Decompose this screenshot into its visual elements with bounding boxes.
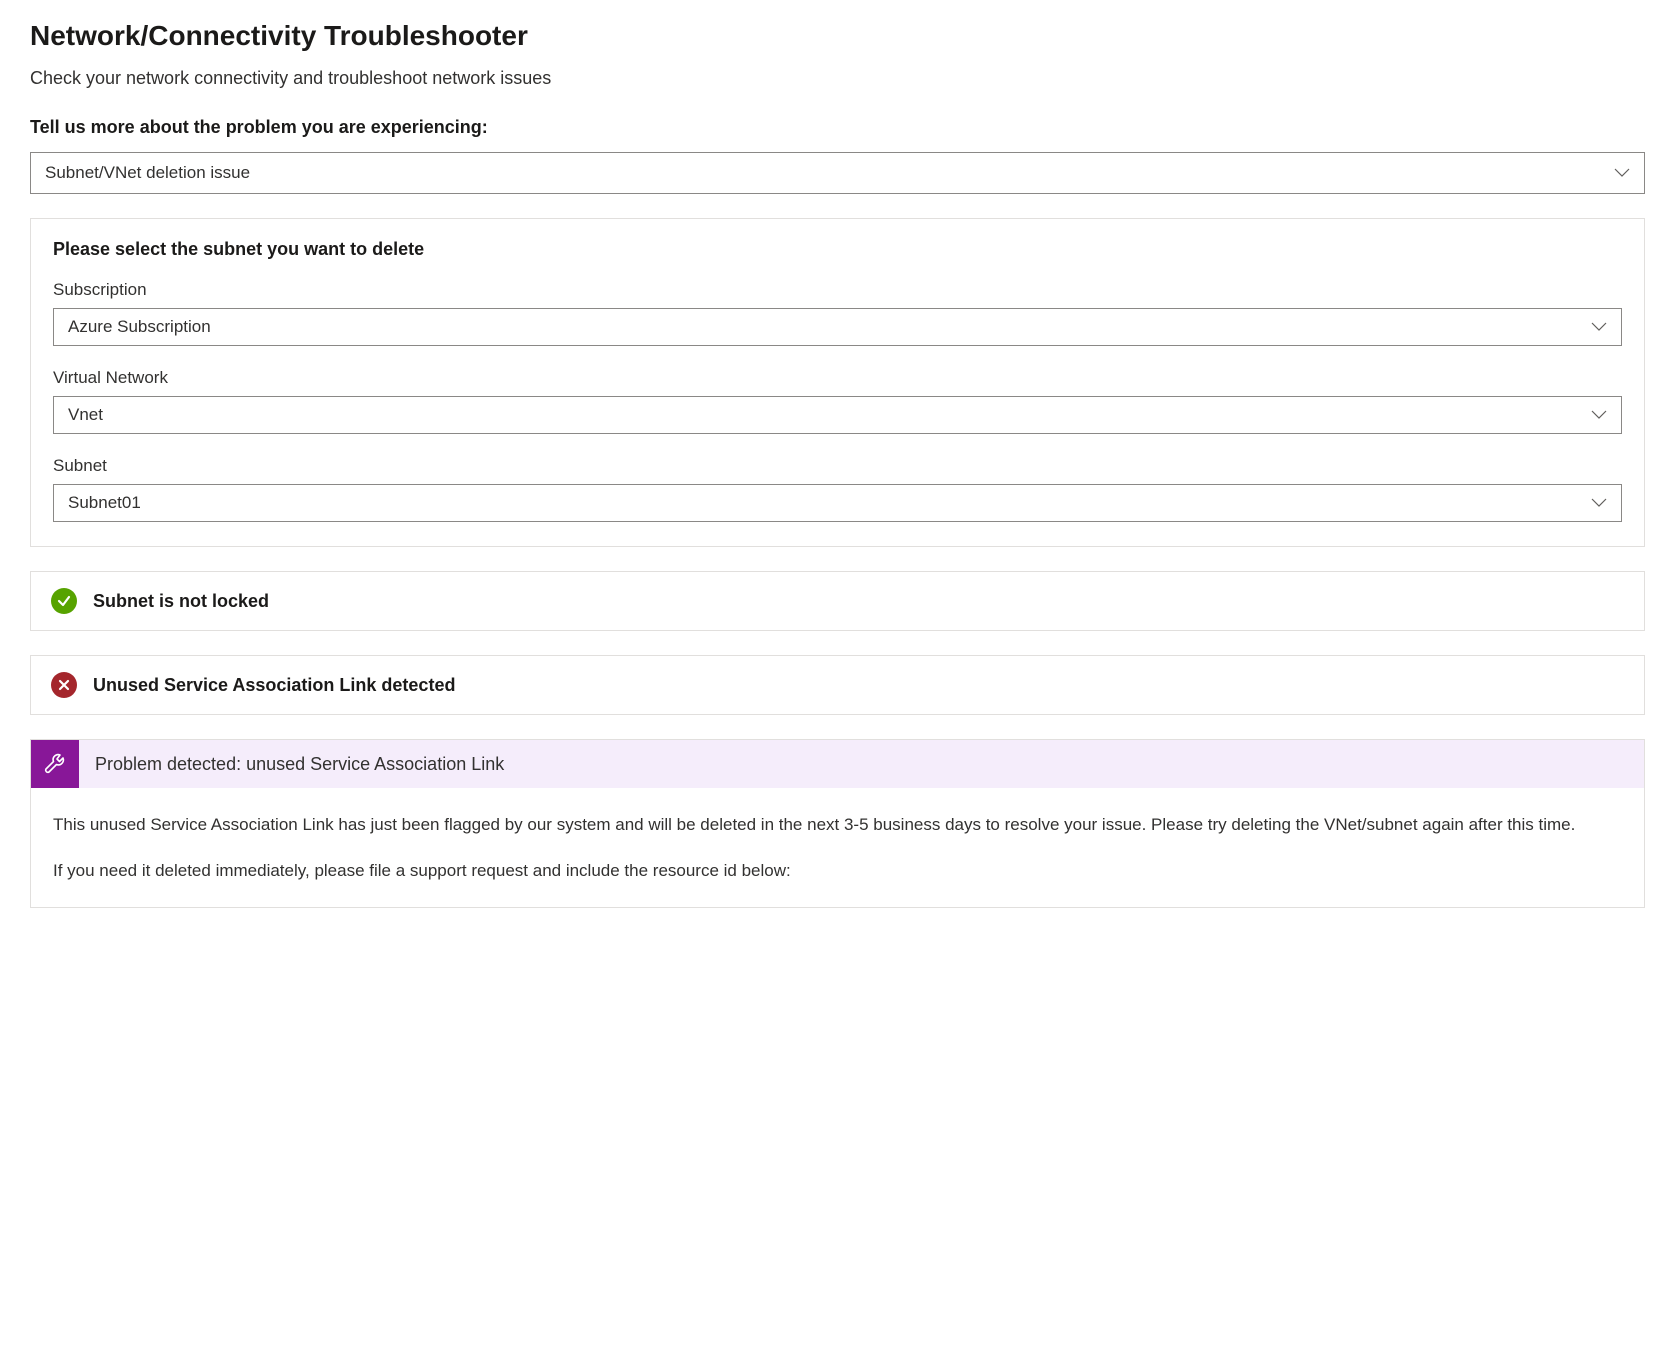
problem-detail-title: Problem detected: unused Service Associa… (95, 754, 520, 775)
wrench-icon (31, 740, 79, 788)
subnet-value: Subnet01 (68, 493, 141, 513)
lock-status-card: Subnet is not locked (30, 571, 1645, 631)
subnet-form-heading: Please select the subnet you want to del… (53, 239, 1622, 260)
problem-paragraph-1: This unused Service Association Link has… (53, 812, 1622, 838)
subscription-dropdown[interactable]: Azure Subscription (53, 308, 1622, 346)
subnet-dropdown[interactable]: Subnet01 (53, 484, 1622, 522)
chevron-down-icon (1591, 405, 1607, 425)
problem-detail-header: Problem detected: unused Service Associa… (30, 739, 1645, 788)
virtual-network-dropdown[interactable]: Vnet (53, 396, 1622, 434)
sal-status-text: Unused Service Association Link detected (93, 675, 455, 696)
page-subtitle: Check your network connectivity and trou… (30, 68, 1645, 89)
problem-paragraph-2: If you need it deleted immediately, plea… (53, 858, 1622, 884)
chevron-down-icon (1591, 317, 1607, 337)
chevron-down-icon (1591, 493, 1607, 513)
check-circle-icon (51, 588, 77, 614)
problem-type-dropdown[interactable]: Subnet/VNet deletion issue (30, 152, 1645, 194)
subscription-value: Azure Subscription (68, 317, 211, 337)
chevron-down-icon (1614, 163, 1630, 183)
problem-detail-body: This unused Service Association Link has… (30, 788, 1645, 908)
page-title: Network/Connectivity Troubleshooter (30, 20, 1645, 52)
sal-status-card: Unused Service Association Link detected (30, 655, 1645, 715)
problem-type-value: Subnet/VNet deletion issue (45, 163, 250, 183)
lock-status-text: Subnet is not locked (93, 591, 269, 612)
subnet-label: Subnet (53, 456, 1622, 476)
subscription-label: Subscription (53, 280, 1622, 300)
problem-selector-label: Tell us more about the problem you are e… (30, 117, 1645, 138)
virtual-network-value: Vnet (68, 405, 103, 425)
virtual-network-label: Virtual Network (53, 368, 1622, 388)
subnet-selection-card: Please select the subnet you want to del… (30, 218, 1645, 547)
x-circle-icon (51, 672, 77, 698)
